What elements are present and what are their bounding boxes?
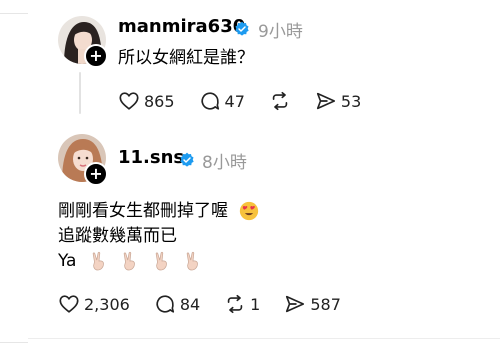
- post-line-2: 追蹤數幾萬而已: [58, 226, 177, 246]
- victory-hand-emoji: [186, 251, 198, 271]
- like-button[interactable]: 865: [118, 90, 175, 112]
- post-line-3: Ya: [58, 251, 77, 271]
- repost-icon: [227, 294, 243, 314]
- thread-line: [79, 72, 81, 114]
- heart-eyes-emoji: [240, 201, 259, 221]
- victory-hand-emoji: [155, 251, 167, 271]
- share-button[interactable]: 587: [284, 293, 341, 315]
- comment-button[interactable]: 84: [154, 293, 200, 315]
- repost-button[interactable]: 1: [224, 293, 260, 315]
- repost-icon: [272, 91, 288, 111]
- left-divider-top: [0, 13, 28, 14]
- comment-count: 47: [224, 91, 245, 111]
- bottom-divider: [28, 338, 500, 339]
- repost-count: 1: [250, 294, 261, 314]
- verified-icon: [180, 152, 194, 167]
- heart-icon: [59, 295, 79, 313]
- action-bar: 865 47 53: [118, 90, 385, 112]
- verified-icon: [235, 21, 249, 36]
- share-count: 587: [310, 294, 341, 314]
- heart-icon: [119, 92, 139, 110]
- repost-button[interactable]: [269, 90, 291, 112]
- share-icon: [286, 295, 305, 313]
- share-button[interactable]: 53: [315, 90, 361, 112]
- comment-count: 84: [179, 294, 201, 314]
- like-count: 2,306: [84, 294, 130, 314]
- post-line-1: 剛剛看女生都刪掉了喔: [58, 201, 228, 221]
- post-time: 8小時: [202, 153, 247, 173]
- follow-plus-icon[interactable]: +: [84, 162, 108, 186]
- share-icon: [316, 92, 335, 110]
- victory-hand-emoji: [124, 251, 136, 271]
- post-text: 所以女網紅是誰？: [118, 48, 254, 68]
- comment-button[interactable]: 47: [199, 90, 245, 112]
- post-time: 9小時: [258, 22, 303, 42]
- post-text: 剛剛看女生都刪掉了喔 追蹤數幾萬而已 Ya: [58, 199, 259, 274]
- follow-plus-icon[interactable]: +: [84, 44, 108, 68]
- share-count: 53: [340, 91, 362, 111]
- like-button[interactable]: 2,306: [58, 293, 130, 315]
- left-divider-bottom: [0, 342, 28, 343]
- victory-hand-emoji: [92, 251, 104, 271]
- like-count: 865: [144, 91, 175, 111]
- username[interactable]: manmira630: [118, 16, 245, 37]
- username[interactable]: 11.sns: [118, 147, 184, 168]
- action-bar: 2,306 84 1 587: [58, 293, 365, 315]
- comment-icon: [200, 92, 219, 110]
- comment-icon: [156, 295, 174, 313]
